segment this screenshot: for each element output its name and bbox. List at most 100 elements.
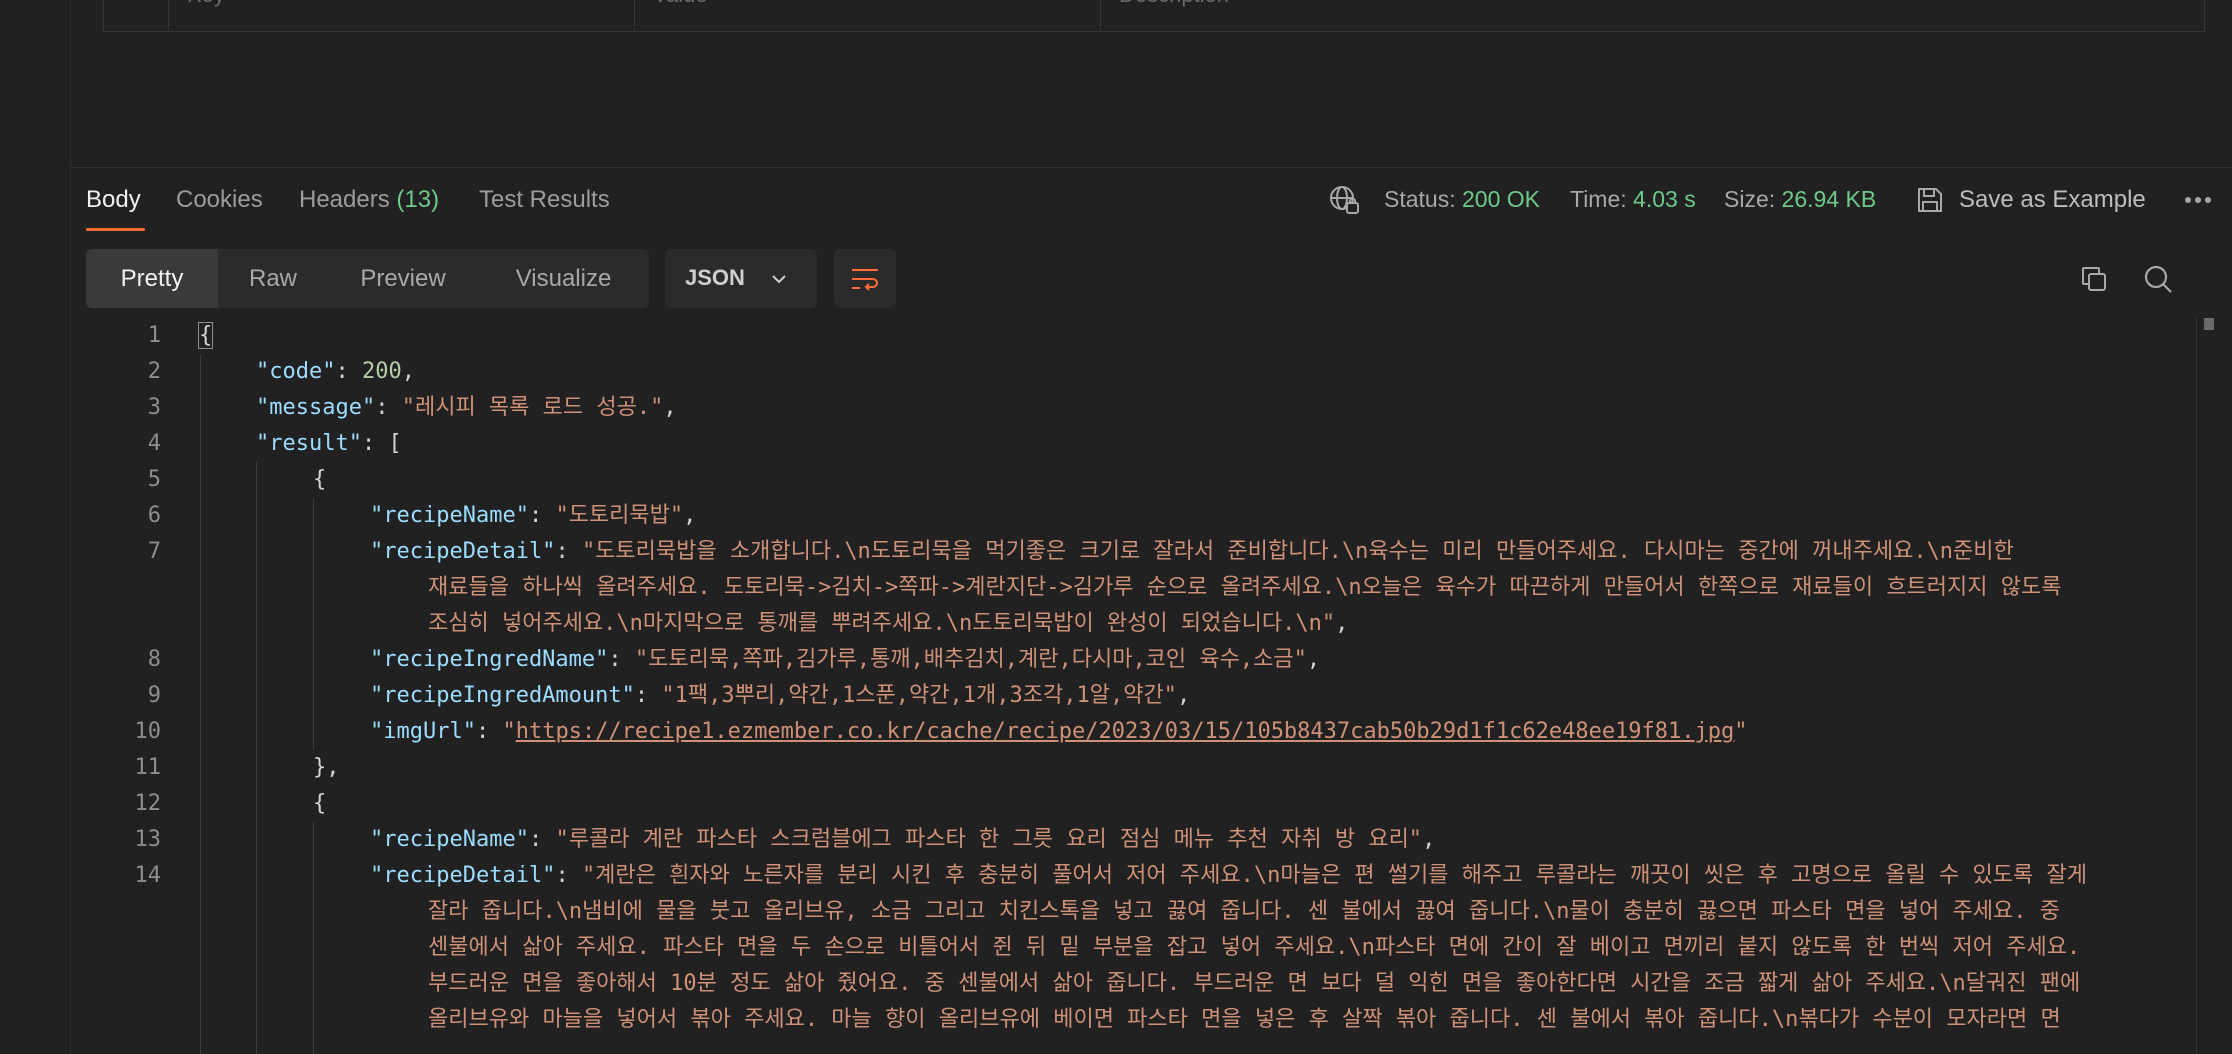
line-number: 2 <box>147 359 161 384</box>
code-line: "recipeName": "도토리묵밥", <box>370 503 697 528</box>
line-number: 6 <box>147 503 161 528</box>
json-string: "1팩,3뿌리,약간,1스푼,약간,1개,3조각,1알,약간" <box>661 683 1177 708</box>
image-url-link[interactable]: https://recipe1.ezmember.co.kr/cache/rec… <box>516 719 1735 744</box>
json-key: "message" <box>256 395 376 420</box>
code-line: { <box>313 462 326 498</box>
code-line: "recipeIngredAmount": "1팩,3뿌리,약간,1스푼,약간,… <box>370 683 1191 708</box>
code-line: }, <box>313 750 340 786</box>
line-number: 9 <box>147 683 161 708</box>
json-key: "imgUrl" <box>370 719 476 744</box>
chevron-down-icon <box>769 269 789 294</box>
params-key-header: Key <box>187 0 225 8</box>
indent-guide <box>313 498 314 750</box>
code-line: "result": [ <box>256 431 402 456</box>
line-number: 3 <box>147 395 161 420</box>
code-line: "recipeDetail": "도토리묵밥을 소개합니다.\n도토리묵을 먹기… <box>370 539 2014 564</box>
wrap-lines-button[interactable] <box>834 249 896 308</box>
response-tabs: Body Cookies Headers (13) Test Results S… <box>71 168 2232 238</box>
save-as-example-button[interactable]: Save as Example <box>1959 186 2146 214</box>
status-label: Status: <box>1384 186 1456 212</box>
tab-headers[interactable]: Headers (13) <box>299 186 439 214</box>
code-brace: { <box>313 467 327 492</box>
json-string: 잘라 줍니다.\n냄비에 물을 붓고 올리브유, 소금 그리고 치킨스톡을 넣고… <box>428 899 2060 924</box>
json-string: "도토리묵,쪽파,김가루,통깨,배추김치,계란,다시마,코인 육수,소금" <box>634 647 1307 672</box>
code-line-wrap: 센불에서 삶아 주세요. 파스타 면을 두 손으로 비틀어서 쥔 뒤 밑 부분을… <box>428 930 2080 966</box>
scrollbar-track[interactable] <box>2196 318 2197 1054</box>
size-indicator[interactable]: Size: 26.94 KB <box>1724 186 1876 213</box>
view-mode-selector: Pretty Raw Preview Visualize <box>86 249 649 308</box>
json-string: 올리브유와 마늘을 넣어서 볶아 주세요. 마늘 향이 올리브유에 베이면 파스… <box>428 1007 2061 1032</box>
line-number: 7 <box>147 539 161 564</box>
size-label: Size: <box>1724 186 1776 212</box>
params-value-col: Value <box>634 0 1100 30</box>
code-brace: { <box>197 322 214 349</box>
json-key: "recipeIngredAmount" <box>370 683 635 708</box>
json-string: 센불에서 삶아 주세요. 파스타 면을 두 손으로 비틀어서 쥔 뒤 밑 부분을… <box>428 935 2081 960</box>
code-line-wrap: 재료들을 하나씩 올려주세요. 도토리묵->김치->쪽파->계란지단->김가루 … <box>428 570 2062 606</box>
code-line-wrap: 올리브유와 마늘을 넣어서 볶아 주세요. 마늘 향이 올리브유에 베이면 파스… <box>428 1002 2061 1038</box>
json-string: "도토리묵밥" <box>555 503 684 528</box>
scrollbar-thumb[interactable] <box>2204 318 2214 330</box>
code-line: "recipeDetail": "계란은 흰자와 노른자를 분리 시킨 후 충분… <box>370 863 2087 888</box>
tab-headers-label: Headers <box>299 186 390 213</box>
code-line: "recipeIngredName": "도토리묵,쪽파,김가루,통깨,배추김치… <box>370 647 1321 672</box>
params-check-col <box>104 0 168 30</box>
view-visualize[interactable]: Visualize <box>478 249 649 308</box>
view-pretty[interactable]: Pretty <box>86 249 218 308</box>
json-string: "레시피 목록 로드 성공." <box>401 395 664 420</box>
line-number: 5 <box>147 467 161 492</box>
left-sidebar-rail <box>0 0 71 1054</box>
view-raw[interactable]: Raw <box>218 249 328 308</box>
line-number: 14 <box>134 863 162 888</box>
code-line: { <box>313 786 326 822</box>
search-icon[interactable] <box>2141 262 2175 296</box>
response-pane: Key Value Description Body Cookies Heade… <box>71 0 2232 1054</box>
json-string: "도토리묵밥을 소개합니다.\n도토리묵을 먹기좋은 크기로 잘라서 준비합니다… <box>581 539 2014 564</box>
more-icon[interactable] <box>2181 190 2215 210</box>
active-tab-indicator <box>86 228 145 231</box>
language-select[interactable]: JSON <box>665 249 817 308</box>
indent-guide <box>256 462 257 1054</box>
code-line: "recipeName": "루콜라 계란 파스타 스크럼블에그 파스타 한 그… <box>370 827 1436 852</box>
json-key: "recipeDetail" <box>370 539 556 564</box>
line-number: 4 <box>147 431 161 456</box>
code-brace: { <box>313 791 327 816</box>
line-number: 1 <box>147 323 161 348</box>
save-icon[interactable] <box>1913 182 1947 218</box>
json-string: "계란은 흰자와 노른자를 분리 시킨 후 충분히 풀어서 저어 주세요.\n마… <box>581 863 2087 888</box>
code-line: { <box>197 318 214 354</box>
params-table: Key Value Description <box>103 0 2205 32</box>
json-string: "루콜라 계란 파스타 스크럼블에그 파스타 한 그릇 요리 점심 메뉴 추천 … <box>555 827 1423 852</box>
code-line-wrap: 조심히 넣어주세요.\n마지막으로 통깨를 뿌려주세요.\n도토리묵밥이 완성이… <box>428 611 1349 636</box>
line-number: 11 <box>134 755 162 780</box>
json-key: "result" <box>256 431 362 456</box>
line-number: 8 <box>147 647 161 672</box>
code-line-wrap: 잘라 줍니다.\n냄비에 물을 붓고 올리브유, 소금 그리고 치킨스톡을 넣고… <box>428 894 2060 930</box>
view-preview[interactable]: Preview <box>328 249 478 308</box>
json-key: "recipeName" <box>370 827 529 852</box>
tab-cookies[interactable]: Cookies <box>176 186 263 214</box>
time-value: 4.03 s <box>1633 186 1696 212</box>
code-line: "code": 200, <box>256 359 415 384</box>
code-line: "message": "레시피 목록 로드 성공.", <box>256 395 677 420</box>
globe-icon[interactable] <box>1326 182 1362 218</box>
json-string: 부드러운 면을 좋아해서 10분 정도 삶아 줬어요. 중 센불에서 삶아 줍니… <box>428 971 2081 996</box>
params-key-col: Key <box>168 0 634 30</box>
language-value: JSON <box>685 265 745 290</box>
status-indicator[interactable]: Status: 200 OK <box>1384 186 1540 213</box>
time-label: Time: <box>1570 186 1627 212</box>
time-indicator[interactable]: Time: 4.03 s <box>1570 186 1696 213</box>
tab-test-results[interactable]: Test Results <box>479 186 610 214</box>
params-description-col: Description <box>1100 0 2204 30</box>
response-body-editor[interactable]: 1 2 3 4 5 6 7 8 9 10 11 12 13 14 { "code… <box>71 318 2232 1054</box>
json-key: "code" <box>256 359 336 384</box>
copy-icon[interactable] <box>2077 262 2111 296</box>
json-key: "recipeIngredName" <box>370 647 609 672</box>
json-string: 조심히 넣어주세요.\n마지막으로 통깨를 뿌려주세요.\n도토리묵밥이 완성이… <box>428 611 1336 636</box>
json-key: "recipeName" <box>370 503 529 528</box>
line-number: 13 <box>134 827 162 852</box>
json-string: 재료들을 하나씩 올려주세요. 도토리묵->김치->쪽파->계란지단->김가루 … <box>428 575 2062 600</box>
tab-body[interactable]: Body <box>86 186 141 214</box>
params-description-header: Description <box>1119 0 1229 8</box>
size-value: 26.94 KB <box>1781 186 1877 212</box>
